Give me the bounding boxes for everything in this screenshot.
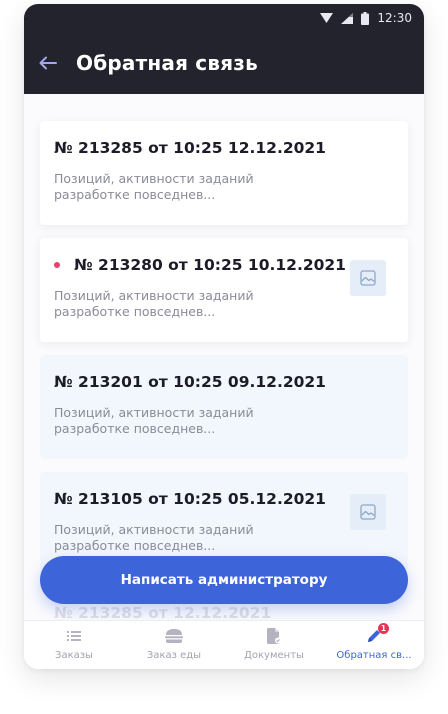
arrow-left-icon <box>39 56 57 70</box>
unread-indicator <box>54 262 60 268</box>
phone-screen: 12:30 Обратная связь № 213285 от 10:25 1… <box>24 4 424 669</box>
feedback-item-title: № 213105 от 10:25 05.12.2021 <box>54 490 326 508</box>
feedback-item-title: № 213285 от 10:25 12.12.2021 <box>54 139 326 157</box>
notification-badge: 1 <box>378 623 389 634</box>
attachment-thumbnail[interactable] <box>350 260 386 296</box>
write-admin-button[interactable]: Написать администратору <box>40 556 408 604</box>
back-button[interactable] <box>38 53 58 73</box>
nav-item-feedback[interactable]: 1 Обратная св... <box>324 621 424 669</box>
feedback-item-title: № 213201 от 10:25 09.12.2021 <box>54 373 326 391</box>
nav-item-documents[interactable]: Документы <box>224 621 324 669</box>
feedback-item-preview: Позиций, активности заданий разработке п… <box>54 288 254 319</box>
nav-item-label: Обратная св... <box>336 650 412 661</box>
bottom-navigation: Заказы Заказ еды Документы 1 Обратная св… <box>24 620 424 669</box>
app-bar: Обратная связь <box>24 32 424 94</box>
page-title: Обратная связь <box>76 51 258 75</box>
feedback-item-title-row: № 213280 от 10:25 10.12.2021 <box>54 256 394 274</box>
nav-item-label: Заказы <box>55 650 93 661</box>
feedback-item[interactable]: № 213280 от 10:25 10.12.2021 Позиций, ак… <box>40 238 408 342</box>
feedback-item-preview: Позиций, активности заданий разработке п… <box>54 171 254 202</box>
nav-item-orders[interactable]: Заказы <box>24 621 124 669</box>
document-icon <box>267 628 281 644</box>
battery-icon <box>361 11 370 25</box>
image-icon <box>360 504 376 520</box>
feedback-item-preview: Позиций, активности заданий разработке п… <box>54 522 254 553</box>
signal-icon <box>341 12 354 24</box>
feedback-item[interactable]: № 213285 от 10:25 12.12.2021 Позиций, ак… <box>40 121 408 225</box>
wifi-icon <box>320 12 334 24</box>
feedback-item-preview: Позиций, активности заданий разработке п… <box>54 405 254 436</box>
attachment-thumbnail[interactable] <box>350 494 386 530</box>
status-time: 12:30 <box>377 11 412 25</box>
list-icon <box>67 631 81 641</box>
feedback-item[interactable]: № 213201 от 10:25 09.12.2021 Позиций, ак… <box>40 355 408 459</box>
burger-icon <box>165 629 183 643</box>
image-icon <box>360 270 376 286</box>
nav-item-food-order[interactable]: Заказ еды <box>124 621 224 669</box>
nav-item-label: Документы <box>244 650 304 661</box>
feedback-item-title: № 213280 от 10:25 10.12.2021 <box>74 256 346 274</box>
status-bar: 12:30 <box>24 4 424 32</box>
nav-item-label: Заказ еды <box>146 650 202 661</box>
